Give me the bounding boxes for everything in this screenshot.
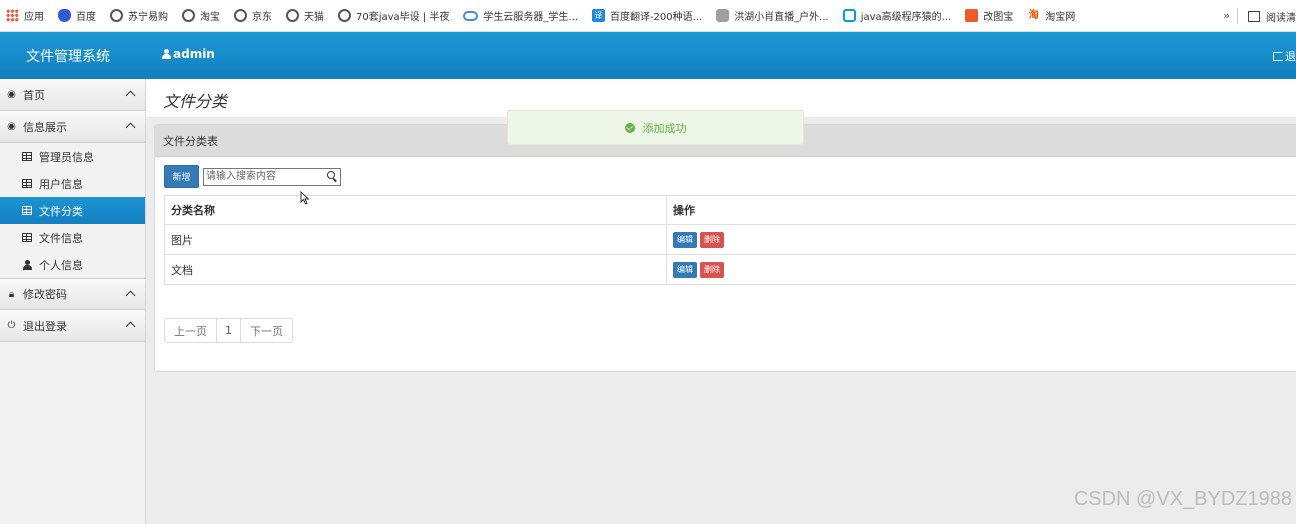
- search-icon[interactable]: [327, 170, 337, 181]
- table-icon: [22, 233, 32, 242]
- pagination: 上一页 1 下一页: [164, 318, 293, 343]
- search-input[interactable]: [204, 168, 322, 185]
- column-header-name: 分类名称: [164, 195, 667, 225]
- sidebar-item-user-info[interactable]: 用户信息: [0, 170, 145, 197]
- bookmark-live[interactable]: 洪湖小肖直播_户外...: [716, 8, 829, 23]
- column-header-actions: 操作: [666, 195, 1296, 225]
- bookmark-gaitubao[interactable]: 改图宝: [965, 8, 1013, 23]
- bookmark-suning[interactable]: 苏宁易购: [110, 8, 168, 23]
- sidebar-item-file-category[interactable]: 文件分类: [0, 197, 145, 224]
- table-header-row: 分类名称 操作: [164, 195, 1296, 225]
- globe-icon: [286, 9, 299, 22]
- success-toast: 添加成功: [507, 110, 804, 145]
- delete-button[interactable]: 删除: [700, 231, 724, 248]
- chevron-up-icon: [125, 321, 136, 332]
- edit-button[interactable]: 编辑: [673, 261, 697, 278]
- toolbar: 新增: [164, 165, 341, 188]
- dashboard-icon: ◉: [7, 89, 16, 100]
- current-page[interactable]: 1: [217, 319, 241, 342]
- chevron-up-icon: [125, 290, 136, 301]
- bookmark-taobao[interactable]: 淘宝: [182, 8, 220, 23]
- menu-group-home[interactable]: ◉ 首页: [0, 79, 145, 111]
- globe-icon: [234, 9, 247, 22]
- table-icon: [22, 206, 32, 215]
- menu-group-info[interactable]: ◉ 信息展示: [0, 111, 145, 143]
- sidebar-item-file-info[interactable]: 文件信息: [0, 224, 145, 251]
- add-button[interactable]: 新增: [164, 165, 199, 188]
- app-header: 文件管理系统 admin 退: [0, 32, 1296, 79]
- gaitubao-icon: [965, 9, 979, 22]
- sidebar: ◉ 首页 ◉ 信息展示 管理员信息 用户信息 文件分类 文件信息 个人信息 🔒︎…: [0, 79, 146, 524]
- chevron-up-icon: [125, 90, 136, 101]
- table-icon: [22, 152, 32, 161]
- app-brand[interactable]: 文件管理系统: [26, 46, 110, 66]
- apps-grid-icon: [6, 9, 19, 22]
- cloud-icon: [463, 10, 479, 21]
- bookmark-taobao-net[interactable]: 淘淘宝网: [1027, 8, 1075, 23]
- search-box: [203, 167, 341, 186]
- mouse-cursor-icon: [300, 190, 310, 208]
- user-icon: [23, 259, 32, 270]
- menu-group-logout[interactable]: ⏻ 退出登录: [0, 310, 145, 342]
- dashboard-icon: ◉: [7, 121, 16, 132]
- page-title: 文件分类: [163, 92, 228, 111]
- taobao-icon: 淘: [1027, 9, 1041, 22]
- bookmarks-divider: [1237, 8, 1238, 24]
- actions-cell: 编辑 删除: [666, 224, 1296, 255]
- globe-icon: [110, 9, 123, 22]
- table-row: 文档 编辑 删除: [164, 254, 1296, 285]
- check-circle-icon: [624, 122, 635, 133]
- bookmark-bilibili[interactable]: java高级程序猿的...: [842, 8, 951, 23]
- category-name-cell: 图片: [164, 224, 667, 255]
- bilibili-tv-icon: [842, 9, 856, 22]
- bookmark-baidu[interactable]: 百度: [58, 8, 96, 23]
- category-name-cell: 文档: [164, 254, 667, 285]
- translate-icon: 译: [591, 9, 605, 22]
- category-panel: 文件分类表 新增 分类名称 操作 图片 编辑: [154, 124, 1296, 372]
- bookmark-apps[interactable]: 应用: [6, 8, 44, 23]
- watermark: CSDN @VX_BYDZ1988: [1073, 488, 1292, 510]
- table-icon: [22, 179, 32, 188]
- table-row: 图片 编辑 删除: [164, 224, 1296, 255]
- category-table: 分类名称 操作 图片 编辑 删除 文档 编辑 删除: [164, 195, 1296, 285]
- globe-icon: [338, 9, 351, 22]
- main-content: 文件分类 文件分类表 新增 分类名称 操作 图片: [146, 79, 1296, 524]
- power-icon: ⏻: [7, 320, 16, 331]
- reading-list-icon: [1248, 10, 1260, 22]
- bookmark-java-projects[interactable]: 70套java毕设 | 半夜: [338, 8, 449, 23]
- bookmark-jd[interactable]: 京东: [234, 8, 272, 23]
- menu-group-change-password[interactable]: 🔒︎ 修改密码: [0, 278, 145, 310]
- sidebar-item-personal-info[interactable]: 个人信息: [0, 251, 145, 278]
- bookmark-student-cloud[interactable]: 学生云服务器_学生...: [463, 8, 578, 23]
- more-bookmarks-button[interactable]: »: [1223, 9, 1230, 22]
- sidebar-item-admin-info[interactable]: 管理员信息: [0, 143, 145, 170]
- lock-icon: 🔒︎: [8, 288, 15, 300]
- next-page-button[interactable]: 下一页: [241, 319, 292, 342]
- delete-button[interactable]: 删除: [700, 261, 724, 278]
- bookmark-baidu-translate[interactable]: 译百度翻译-200种语...: [591, 8, 702, 23]
- actions-cell: 编辑 删除: [666, 254, 1296, 285]
- prev-page-button[interactable]: 上一页: [165, 319, 217, 342]
- bookmark-tmall[interactable]: 天猫: [286, 8, 324, 23]
- baidu-paw-icon: [58, 9, 71, 22]
- edit-button[interactable]: 编辑: [673, 231, 697, 248]
- logout-button[interactable]: 退: [1273, 48, 1296, 64]
- chevron-up-icon: [125, 122, 136, 133]
- bookmarks-bar: 应用 百度 苏宁易购 淘宝 京东 天猫 70套java毕设 | 半夜 学生云服务…: [0, 0, 1296, 32]
- reading-list-button[interactable]: 阅读清: [1248, 0, 1296, 32]
- hat-icon: [716, 9, 730, 22]
- user-icon: [162, 49, 171, 59]
- sign-out-icon: [1273, 51, 1283, 61]
- globe-icon: [182, 9, 195, 22]
- current-user[interactable]: admin: [162, 47, 215, 61]
